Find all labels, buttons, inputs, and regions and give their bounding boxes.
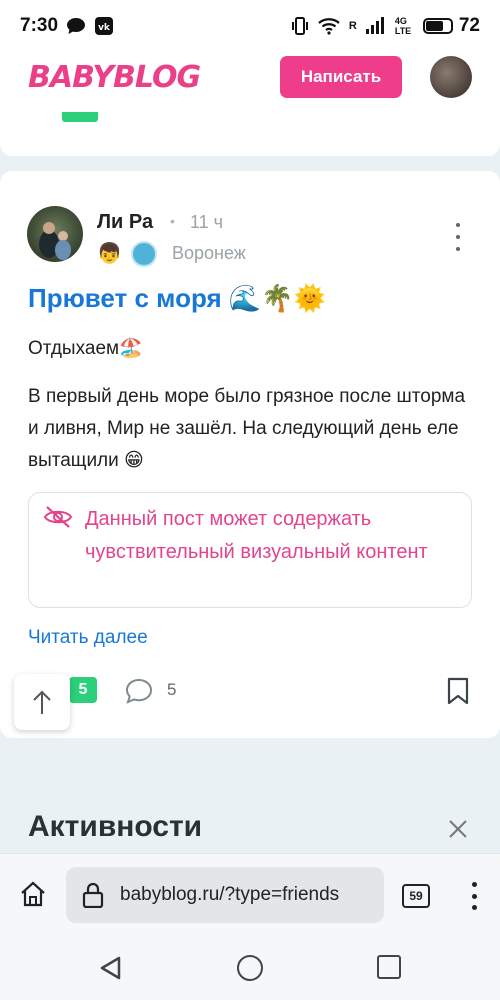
read-more-link[interactable]: Читать далее: [28, 627, 148, 649]
boy-badge-icon: 👦: [97, 243, 122, 265]
post-card: Ли Ра • 11 ч 👦 Воронеж Прювет с моря 🌊🌴🌞…: [0, 171, 500, 738]
post-subtitle: Отдыхаем🏖️: [28, 338, 143, 359]
author-name[interactable]: Ли Ра: [97, 211, 153, 234]
post-time: 11 ч: [190, 212, 224, 232]
network-type: 4G LTE: [394, 16, 412, 36]
site-header: BABYBLOG Написать: [0, 42, 500, 112]
comment-icon[interactable]: [124, 677, 154, 705]
more-options-icon[interactable]: [446, 223, 470, 251]
author-city: Воронеж: [172, 243, 246, 263]
chat-bubble-icon: [67, 18, 86, 34]
bookmark-icon[interactable]: [446, 677, 470, 705]
like-count-badge[interactable]: 5: [69, 677, 97, 703]
separator-dot: •: [170, 213, 175, 229]
recent-apps-icon[interactable]: [377, 955, 401, 979]
write-button[interactable]: Написать: [280, 56, 402, 98]
arrow-up-icon: [33, 690, 51, 714]
water-badge-icon: [131, 241, 157, 267]
like-badge-partial: [62, 112, 98, 122]
user-avatar[interactable]: [430, 56, 472, 98]
post-body: В первый день море было грязное после шт…: [28, 386, 466, 471]
url-text: babyblog.ru/?type=friends: [120, 884, 340, 905]
address-bar[interactable]: babyblog.ru/?type=friends: [66, 867, 384, 923]
back-icon[interactable]: [98, 955, 124, 981]
battery-indicator: 72: [422, 15, 480, 37]
battery-icon: [422, 18, 453, 34]
activities-title: Активности: [28, 810, 203, 843]
system-icons: R 4G LTE 72: [291, 15, 480, 37]
babyblog-logo[interactable]: BABYBLOG: [28, 60, 201, 95]
signal-icon: [365, 17, 384, 34]
scroll-to-top-button[interactable]: [14, 674, 70, 730]
wifi-icon: [318, 18, 340, 35]
system-nav-bar: [0, 937, 500, 1000]
vibrate-icon: [291, 17, 308, 35]
author-avatar[interactable]: [27, 206, 83, 262]
comment-count: 5: [167, 680, 177, 699]
svg-text:vk: vk: [98, 23, 111, 33]
close-icon[interactable]: [446, 817, 470, 841]
home-icon[interactable]: [19, 880, 47, 908]
home-nav-icon[interactable]: [237, 955, 263, 981]
browser-menu-icon[interactable]: [471, 882, 477, 910]
browser-toolbar: babyblog.ru/?type=friends 59: [0, 853, 500, 937]
tabs-count-button[interactable]: 59: [402, 884, 430, 908]
lock-icon: [82, 882, 104, 908]
status-time: 7:30: [20, 15, 59, 36]
sensitive-notice-text: Данный пост может содержать чувствительн…: [85, 508, 428, 563]
eye-off-icon: [43, 506, 73, 528]
notification-icons: vk: [66, 16, 114, 36]
previous-post-card: [0, 112, 500, 156]
battery-level: 72: [458, 15, 480, 36]
vk-icon: vk: [95, 17, 114, 35]
sensitive-content-notice[interactable]: Данный пост может содержать чувствительн…: [28, 492, 472, 608]
post-title[interactable]: Прювет с моря 🌊🌴🌞: [28, 283, 326, 314]
sim-mark: R: [348, 20, 357, 32]
